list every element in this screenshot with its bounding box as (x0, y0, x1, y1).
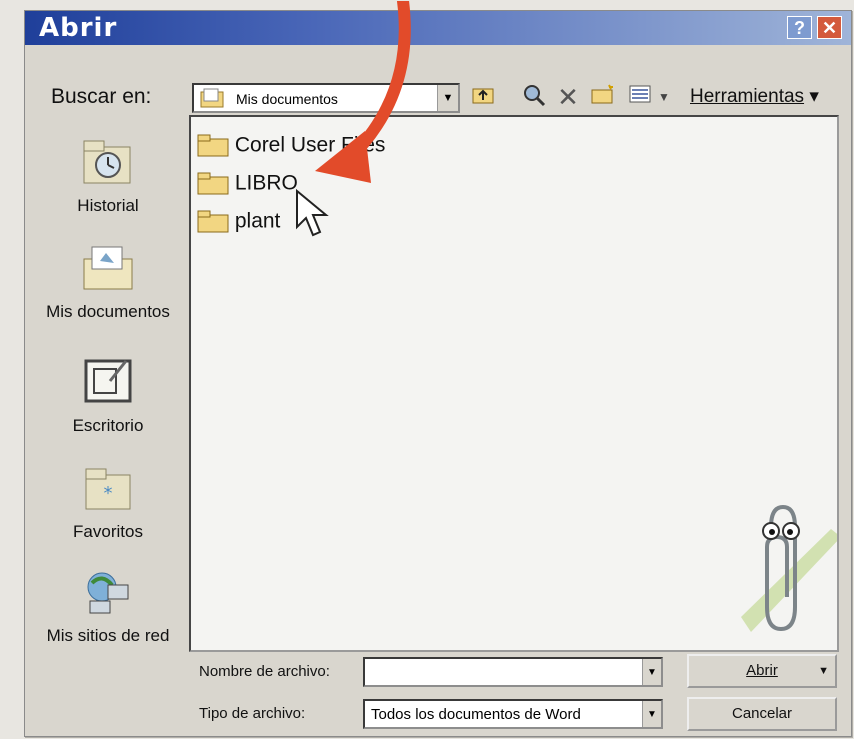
filetype-select[interactable]: Todos los documentos de Word ▼ (363, 699, 663, 729)
filetype-value: Todos los documentos de Word (371, 706, 581, 723)
cancel-button[interactable]: Cancelar (687, 697, 837, 731)
network-places-icon (87, 572, 129, 614)
places-label-history: Historial (77, 196, 139, 215)
views-chevron-down-icon[interactable]: ▼ (657, 83, 671, 111)
svg-text:*: * (104, 483, 113, 504)
folder-icon (197, 134, 229, 157)
folder-name: plant (234, 209, 281, 233)
places-item-network-places[interactable]: Mis sitios de red (33, 565, 183, 646)
chevron-down-icon[interactable]: ▼ (642, 701, 661, 727)
office-assistant-icon (741, 504, 837, 632)
folder-icon (197, 172, 229, 195)
desktop-icon (84, 359, 132, 403)
tools-menu-label: Herramientas (690, 86, 805, 107)
dialog-title: Abrir (39, 13, 118, 43)
help-button[interactable]: ? (787, 16, 812, 39)
open-button[interactable]: Abrir ▼ (687, 654, 837, 688)
search-web-icon[interactable] (520, 83, 548, 111)
delete-icon[interactable]: ✕ (555, 83, 581, 111)
my-documents-small-icon (200, 88, 224, 108)
new-folder-icon[interactable] (589, 83, 617, 111)
places-label-desktop: Escritorio (72, 416, 144, 435)
places-item-favorites[interactable]: * Favoritos (33, 461, 183, 542)
list-item-folder[interactable]: plant (197, 209, 280, 239)
places-item-my-documents[interactable]: Mis documentos (33, 241, 183, 322)
open-button-label: Abrir (746, 662, 778, 679)
my-documents-icon (83, 246, 133, 290)
close-button[interactable]: ✕ (817, 16, 842, 39)
places-bar: Historial Mis documentos Escritorio * Fa… (33, 115, 183, 675)
places-item-history[interactable]: Historial (33, 137, 183, 216)
history-icon (83, 140, 131, 184)
favorites-icon: * (85, 468, 131, 510)
filename-label: Nombre de archivo: (199, 663, 330, 680)
views-icon[interactable] (625, 83, 655, 111)
open-options-chevron-icon[interactable]: ▼ (818, 656, 829, 686)
folder-icon (197, 210, 229, 233)
open-dialog: Abrir ? ✕ Buscar en: Mis documentos ▼ ✕ … (24, 1, 852, 737)
filename-input[interactable]: ▼ (363, 657, 663, 687)
places-item-desktop[interactable]: Escritorio (33, 351, 183, 436)
up-folder-icon[interactable] (469, 83, 497, 111)
places-label-favorites: Favoritos (73, 522, 143, 541)
chevron-down-icon[interactable]: ▼ (642, 659, 661, 685)
look-in-label: Buscar en: (51, 85, 152, 108)
annotation-arrow-icon (315, 1, 411, 183)
tools-menu[interactable]: Herramientas ▾ (690, 85, 819, 108)
title-bar: Abrir ? ✕ (25, 11, 851, 45)
toolbar: Buscar en: Mis documentos ▼ ✕ ▼ Herramie… (25, 45, 851, 115)
filetype-label: Tipo de archivo: (199, 705, 306, 722)
places-label-network-places: Mis sitios de red (46, 626, 170, 645)
places-label-my-documents: Mis documentos (46, 302, 170, 321)
chevron-down-icon[interactable]: ▼ (437, 85, 458, 111)
